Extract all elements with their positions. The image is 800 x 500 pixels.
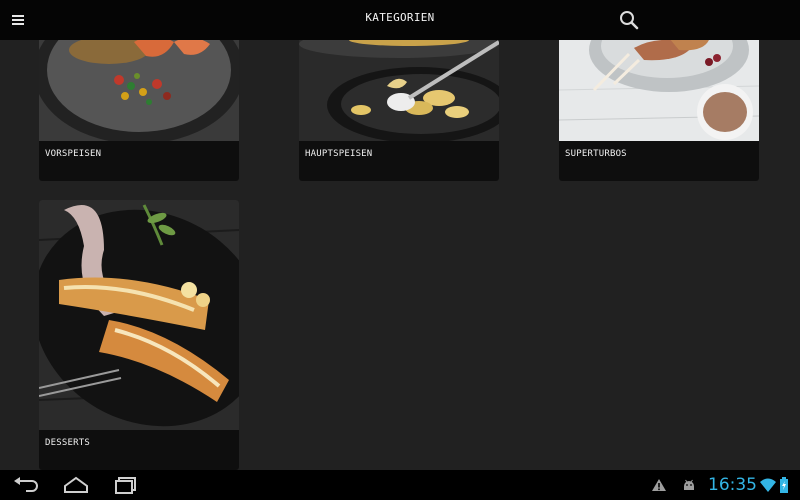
page-title: KATEGORIEN [365,11,435,24]
category-grid: VORSPEISEN HAUPTSPEISEN SUPERTURBOS DESS… [0,40,800,470]
battery-charging-icon [779,477,789,493]
hamburger-menu-icon[interactable] [8,10,28,30]
home-icon[interactable] [62,476,90,494]
superturbos-image [559,40,759,141]
recent-apps-icon[interactable] [112,476,140,494]
android-debug-icon [681,477,697,493]
search-icon[interactable] [618,9,640,31]
system-nav-bar: 16:35 [0,470,800,500]
hauptspeisen-image [299,40,499,141]
vorspeisen-image [39,40,239,141]
category-label: VORSPEISEN [45,149,102,159]
category-card-hauptspeisen[interactable]: HAUPTSPEISEN [299,40,499,181]
back-icon[interactable] [12,476,40,494]
wifi-icon [760,477,776,493]
category-card-superturbos[interactable]: SUPERTURBOS [559,40,759,181]
category-label: SUPERTURBOS [565,149,627,159]
category-label: DESSERTS [45,438,90,448]
action-bar: KATEGORIEN [0,0,800,40]
app-screen: KATEGORIEN VORSPEISEN HAUPTSPEISEN SUPER… [0,0,800,500]
desserts-image [39,200,239,430]
category-card-vorspeisen[interactable]: VORSPEISEN [39,40,239,181]
category-card-desserts[interactable]: DESSERTS [39,200,239,470]
category-label: HAUPTSPEISEN [305,149,373,159]
status-clock: 16:35 [708,475,757,495]
warning-icon [651,477,667,493]
